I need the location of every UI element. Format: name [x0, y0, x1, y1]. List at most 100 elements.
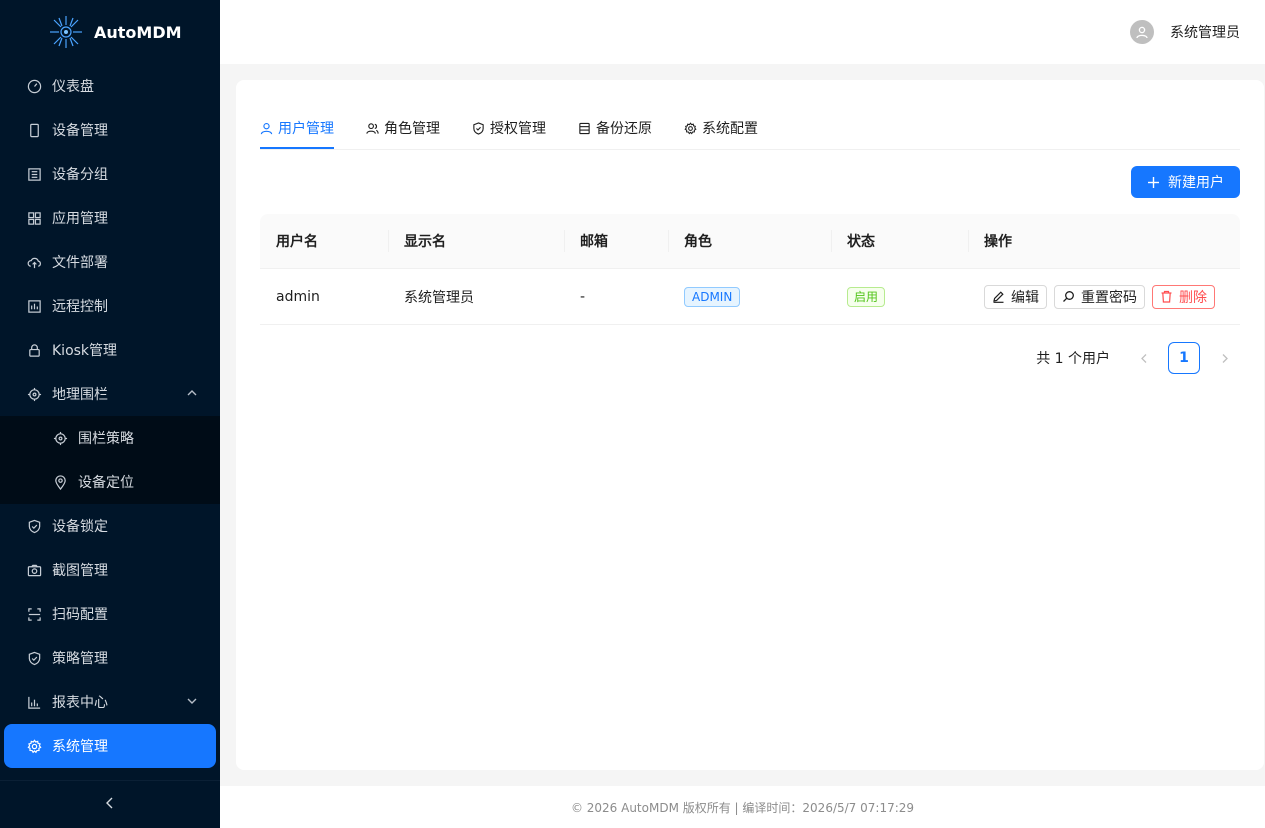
sidebar-item-file-deploy[interactable]: 文件部署 [0, 240, 220, 284]
sidebar-item-scan-config[interactable]: 扫码配置 [0, 592, 220, 636]
avatar[interactable] [1130, 20, 1154, 44]
sidebar-menu: 仪表盘 设备管理 设备分组 应用管理 文件部署 远程控制 Kiosk管理 地理围… [0, 64, 220, 768]
users-table: 用户名 显示名 邮箱 角色 状态 操作 admin 系统管理员 - ADMIN … [260, 214, 1240, 325]
sidebar-item-label: 文件部署 [52, 255, 108, 271]
column-header-actions: 操作 [968, 214, 1240, 268]
cell-role: ADMIN [668, 269, 831, 324]
role-tag: ADMIN [684, 286, 741, 307]
tab-backup-restore[interactable]: 备份还原 [578, 108, 652, 148]
delete-icon [1161, 290, 1172, 303]
sidebar-item-label: 地理围栏 [52, 387, 108, 403]
cloud-upload-icon [26, 254, 42, 270]
delete-button[interactable]: 删除 [1152, 284, 1215, 309]
chevron-down-icon [186, 695, 198, 707]
bar-chart-icon [26, 694, 42, 710]
sidebar-item-kiosk[interactable]: Kiosk管理 [0, 328, 220, 372]
edit-icon [993, 291, 1004, 303]
sidebar-item-policies[interactable]: 策略管理 [0, 636, 220, 680]
appstore-icon [26, 210, 42, 226]
new-user-button[interactable]: 新建用户 [1131, 166, 1240, 198]
user-icon [260, 122, 273, 134]
geofence-submenu: 围栏策略 设备定位 [0, 416, 220, 504]
sidebar-item-fence-policy[interactable]: 围栏策略 [0, 416, 220, 460]
tab-system-config[interactable]: 系统配置 [684, 108, 758, 148]
sidebar-item-device-location[interactable]: 设备定位 [0, 460, 220, 504]
plus-icon [1148, 176, 1159, 188]
pagination-page-1[interactable]: 1 [1168, 342, 1200, 374]
tab-user-management[interactable]: 用户管理 [260, 108, 334, 149]
cell-status: 启用 [831, 269, 968, 324]
sidebar-item-label: 仪表盘 [52, 79, 94, 95]
sidebar-item-label: 设备锁定 [52, 519, 108, 535]
chevron-left-icon [103, 796, 117, 814]
sidebar-item-screenshots[interactable]: 截图管理 [0, 548, 220, 592]
cell-display-name: 系统管理员 [404, 289, 474, 306]
sidebar-item-apps[interactable]: 应用管理 [0, 196, 220, 240]
pagination-total: 共 1 个用户 [1036, 351, 1110, 367]
header-username[interactable]: 系统管理员 [1170, 22, 1240, 42]
shield-check-icon [473, 121, 484, 135]
cell-actions: 编辑 重置密码 删除 [968, 269, 1240, 324]
chevron-up-icon [186, 387, 198, 399]
sidebar-item-devices[interactable]: 设备管理 [0, 108, 220, 152]
pagination: 共 1 个用户 1 [1036, 342, 1240, 374]
app-logo[interactable]: AutoMDM [0, 0, 220, 64]
lock-icon [26, 342, 42, 358]
aim-icon [26, 386, 42, 402]
chevron-right-icon [1222, 353, 1228, 363]
remote-control-icon [26, 298, 42, 314]
edit-button[interactable]: 编辑 [984, 284, 1047, 309]
sidebar-item-label: 扫码配置 [52, 607, 108, 623]
sidebar-item-label: 围栏策略 [78, 431, 134, 447]
tab-label: 备份还原 [596, 121, 652, 137]
new-user-label: 新建用户 [1168, 175, 1224, 191]
location-icon [52, 474, 68, 490]
sidebar-item-geofence[interactable]: 地理围栏 [0, 372, 220, 416]
tab-label: 系统配置 [702, 121, 758, 137]
tab-role-management[interactable]: 角色管理 [366, 108, 440, 148]
top-header: 系统管理员 [220, 0, 1265, 64]
column-header-username: 用户名 [276, 234, 318, 250]
sidebar-item-dashboard[interactable]: 仪表盘 [0, 64, 220, 108]
sidebar-item-label: 系统管理 [52, 739, 108, 755]
tab-label: 角色管理 [384, 121, 440, 137]
cell-email: - [580, 288, 586, 305]
delete-label: 删除 [1179, 289, 1207, 306]
status-badge: 启用 [847, 286, 886, 307]
sidebar-item-reports[interactable]: 报表中心 [0, 680, 220, 724]
sidebar-item-label: 设备分组 [52, 167, 108, 183]
pagination-prev-button[interactable] [1128, 342, 1160, 374]
user-avatar-icon [1136, 26, 1148, 39]
chevron-left-icon [1140, 353, 1146, 363]
sidebar-item-label: Kiosk管理 [52, 343, 118, 359]
sidebar-item-label: 报表中心 [52, 695, 108, 711]
sidebar-item-label: 设备管理 [52, 123, 108, 139]
sidebar-item-device-groups[interactable]: 设备分组 [0, 152, 220, 196]
tab-label: 用户管理 [278, 121, 334, 137]
database-icon [579, 122, 590, 134]
sidebar-item-label: 远程控制 [52, 299, 108, 315]
reset-password-button[interactable]: 重置密码 [1054, 284, 1145, 309]
setting-icon [26, 738, 42, 754]
sidebar-item-label: 截图管理 [52, 563, 108, 579]
mobile-icon [26, 122, 42, 138]
sidebar-item-remote-control[interactable]: 远程控制 [0, 284, 220, 328]
tab-label: 授权管理 [490, 121, 546, 137]
setting-icon [684, 121, 697, 134]
sidebar-item-system[interactable]: 系统管理 [4, 724, 216, 768]
footer-text: © 2026 AutoMDM 版权所有 | 编译时间：2026/5/7 07:1… [570, 800, 915, 815]
content-card: 用户管理 角色管理 授权管理 备份还原 系统配置 新建用户 用户名 显示名 邮箱… [236, 80, 1264, 770]
column-header-email: 邮箱 [564, 214, 668, 268]
page-footer: © 2026 AutoMDM 版权所有 | 编译时间：2026/5/7 07:1… [220, 786, 1265, 828]
column-header-role: 角色 [668, 214, 831, 268]
team-icon [366, 122, 379, 134]
column-header-display-name: 显示名 [388, 214, 564, 268]
pagination-next-button[interactable] [1208, 342, 1240, 374]
scan-icon [26, 606, 42, 622]
tab-license-management[interactable]: 授权管理 [472, 108, 546, 148]
sidebar-item-device-lock[interactable]: 设备锁定 [0, 504, 220, 548]
sidebar-collapse-button[interactable] [0, 780, 220, 828]
dashboard-icon [26, 78, 42, 94]
sidebar-item-label: 设备定位 [78, 475, 134, 491]
aim-icon [52, 430, 68, 446]
